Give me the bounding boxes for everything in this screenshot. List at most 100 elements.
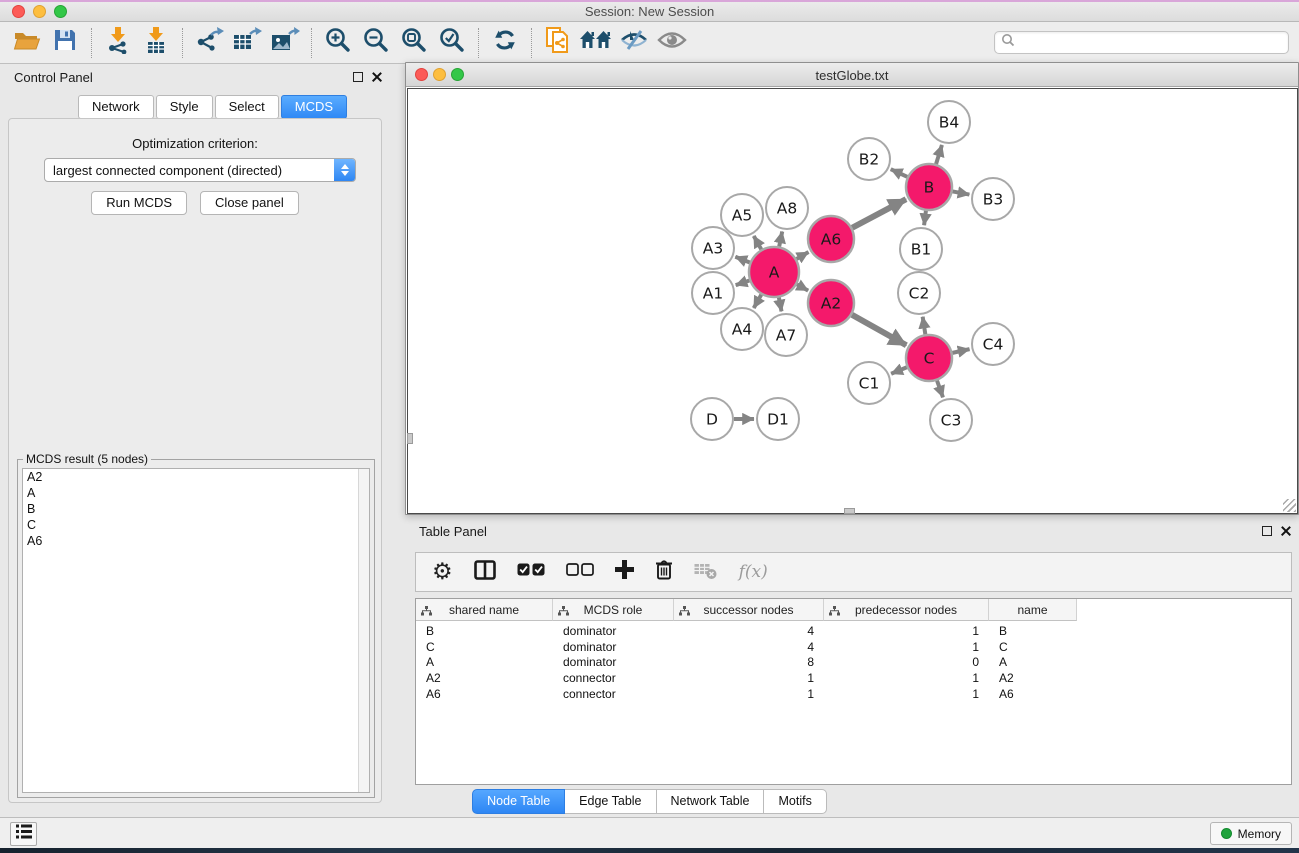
tab-style[interactable]: Style — [156, 95, 213, 119]
tab-motifs[interactable]: Motifs — [764, 789, 826, 814]
table-row[interactable]: Cdominator41C — [416, 639, 1291, 655]
search-field[interactable] — [994, 31, 1289, 54]
table-cell[interactable]: A6 — [416, 687, 553, 701]
table-cell[interactable]: 1 — [824, 687, 989, 701]
zoom-selected-button[interactable] — [433, 25, 471, 61]
export-network-button[interactable] — [190, 25, 228, 61]
table-cell[interactable]: dominator — [553, 655, 674, 669]
save-session-button[interactable] — [46, 25, 84, 61]
search-input[interactable] — [1019, 36, 1288, 50]
edge-C-C2[interactable] — [923, 317, 926, 335]
edge-A-A3[interactable] — [735, 257, 749, 263]
edge-A-A1[interactable] — [736, 280, 750, 285]
network-canvas[interactable]: AA1A2A3A4A5A6A7A8BB1B2B3B4CC1C2C3C4DD1 — [407, 88, 1298, 514]
edge-A-A7[interactable] — [779, 298, 782, 312]
close-panel-button[interactable]: Close panel — [200, 191, 299, 215]
column-header-MCDS-role[interactable]: MCDS role — [553, 599, 674, 621]
table-cell[interactable]: 8 — [674, 655, 824, 669]
zoom-fit-button[interactable] — [395, 25, 433, 61]
edge-B-B3[interactable] — [953, 191, 970, 194]
open-file-button[interactable] — [8, 25, 46, 61]
export-image-button[interactable] — [266, 25, 304, 61]
table-cell[interactable]: 0 — [824, 655, 989, 669]
column-header-name[interactable]: name — [989, 599, 1077, 621]
edge-A-A5[interactable] — [754, 236, 762, 249]
canvas-bottom-scrollbar-thumb[interactable] — [844, 508, 855, 514]
table-cell[interactable]: 1 — [674, 687, 824, 701]
function-builder-button-disabled[interactable]: f(x) — [739, 562, 768, 582]
edge-C-C3[interactable] — [937, 381, 943, 398]
mcds-result-item[interactable]: A6 — [23, 533, 369, 549]
zoom-in-button[interactable] — [319, 25, 357, 61]
table-settings-button[interactable]: ⚙ — [432, 561, 453, 584]
mcds-result-list[interactable]: A2ABCA6 — [22, 468, 370, 793]
table-cell[interactable]: A — [416, 655, 553, 669]
table-cell[interactable]: dominator — [553, 624, 674, 638]
tab-mcds[interactable]: MCDS — [281, 95, 347, 119]
table-cell[interactable]: A2 — [989, 671, 1077, 685]
table-cell[interactable]: 4 — [674, 624, 824, 638]
table-cell[interactable]: 1 — [824, 640, 989, 654]
mcds-result-item[interactable]: A2 — [23, 469, 369, 485]
table-cell[interactable]: dominator — [553, 640, 674, 654]
edge-B-B4[interactable] — [936, 145, 942, 164]
run-mcds-button[interactable]: Run MCDS — [91, 191, 187, 215]
table-cell[interactable]: C — [989, 640, 1077, 654]
select-all-columns-button[interactable] — [517, 563, 545, 581]
table-cell[interactable]: B — [416, 624, 553, 638]
edge-A-A2[interactable] — [797, 284, 808, 290]
table-cell[interactable]: 1 — [824, 624, 989, 638]
delete-column-button[interactable] — [655, 559, 673, 585]
zoom-out-button[interactable] — [357, 25, 395, 61]
tab-network[interactable]: Network — [78, 95, 154, 119]
window-resize-grip[interactable] — [1283, 499, 1296, 512]
cyndex-homes-icon[interactable] — [577, 25, 615, 61]
close-table-panel-icon[interactable] — [1281, 526, 1291, 536]
table-row[interactable]: Adominator80A — [416, 655, 1291, 671]
optimization-criterion-dropdown[interactable]: largest connected component (directed) — [44, 158, 356, 182]
create-column-button[interactable] — [615, 560, 634, 584]
hide-graphics-details-button[interactable] — [615, 25, 653, 61]
mcds-result-item[interactable]: C — [23, 517, 369, 533]
result-scrollbar[interactable] — [358, 469, 369, 792]
edge-A-A4[interactable] — [754, 295, 762, 308]
mcds-result-item[interactable]: A — [23, 485, 369, 501]
clone-network-button[interactable] — [539, 25, 577, 61]
edge-B-B2[interactable] — [891, 169, 908, 177]
tab-network-table[interactable]: Network Table — [657, 789, 765, 814]
edge-A6-B[interactable] — [852, 199, 906, 228]
close-panel-icon[interactable] — [372, 72, 382, 82]
memory-button[interactable]: Memory — [1210, 822, 1292, 845]
edge-B-B1[interactable] — [924, 211, 926, 225]
table-cell[interactable]: A2 — [416, 671, 553, 685]
column-header-successor-nodes[interactable]: successor nodes — [674, 599, 824, 621]
table-cell[interactable]: B — [989, 624, 1077, 638]
table-cell[interactable]: 1 — [674, 671, 824, 685]
export-table-button[interactable] — [228, 25, 266, 61]
show-graphics-details-button[interactable] — [653, 25, 691, 61]
delete-table-button-disabled[interactable] — [694, 560, 718, 585]
deselect-all-columns-button[interactable] — [566, 563, 594, 581]
node-table[interactable]: shared nameMCDS rolesuccessor nodesprede… — [415, 598, 1292, 785]
table-cell[interactable]: A — [989, 655, 1077, 669]
float-table-panel-icon[interactable] — [1262, 526, 1272, 536]
edge-A-A6[interactable] — [797, 252, 809, 259]
table-row[interactable]: A2connector11A2 — [416, 670, 1291, 686]
network-window-titlebar[interactable]: testGlobe.txt — [406, 63, 1298, 87]
table-cell[interactable]: A6 — [989, 687, 1077, 701]
task-history-button[interactable] — [10, 822, 37, 846]
edge-C-C1[interactable] — [891, 367, 907, 374]
import-network-button[interactable] — [99, 25, 137, 61]
edge-A-A8[interactable] — [779, 232, 782, 247]
table-cell[interactable]: connector — [553, 671, 674, 685]
edge-A2-C[interactable] — [852, 315, 906, 346]
mcds-result-item[interactable]: B — [23, 501, 369, 517]
tab-edge-table[interactable]: Edge Table — [565, 789, 656, 814]
tab-select[interactable]: Select — [215, 95, 279, 119]
table-cell[interactable]: 4 — [674, 640, 824, 654]
column-header-predecessor-nodes[interactable]: predecessor nodes — [824, 599, 989, 621]
table-cell[interactable]: C — [416, 640, 553, 654]
refresh-view-button[interactable] — [486, 25, 524, 61]
import-table-button[interactable] — [137, 25, 175, 61]
column-layout-button[interactable] — [474, 560, 496, 585]
